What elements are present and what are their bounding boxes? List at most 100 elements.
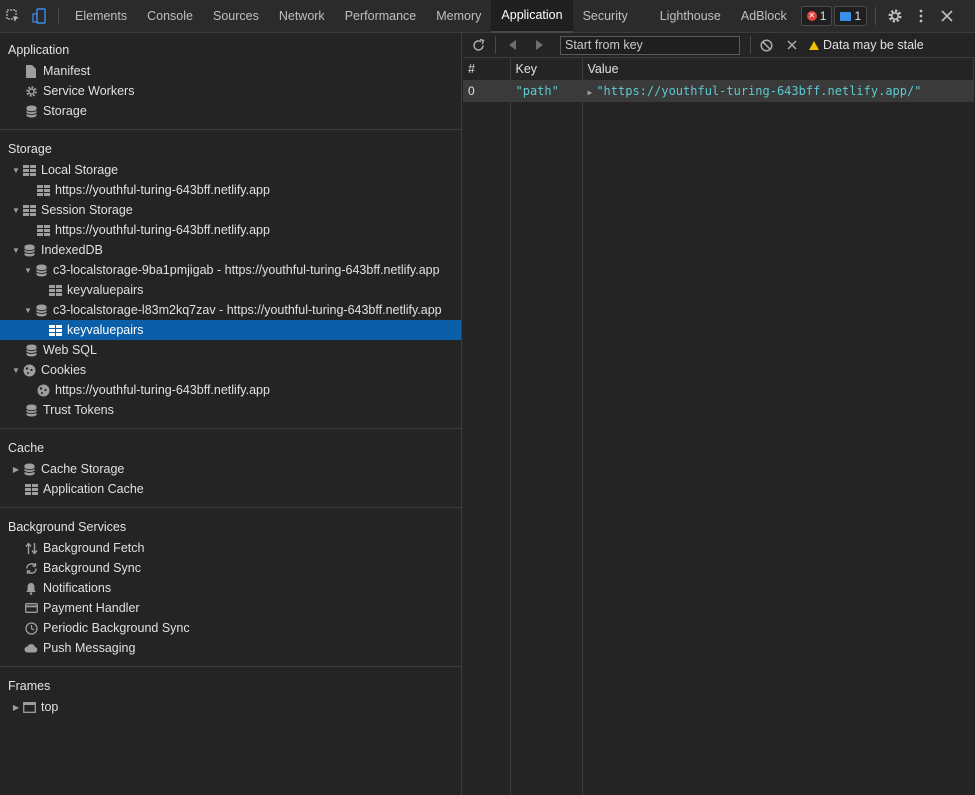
sidebar-item-periodic-background-sync[interactable]: Periodic Background Sync: [0, 618, 461, 638]
sidebar-item-push-messaging[interactable]: Push Messaging: [0, 638, 461, 658]
clear-object-store-icon[interactable]: [753, 33, 779, 58]
sidebar-item-label: c3-localstorage-l83m2kq7zav - https://yo…: [53, 303, 442, 317]
previous-page-icon[interactable]: [500, 33, 526, 58]
sidebar-item-label: https://youthful-turing-643bff.netlify.a…: [55, 383, 270, 397]
sidebar-item-cookies[interactable]: ▼ Cookies: [0, 360, 461, 380]
settings-gear-icon[interactable]: [882, 0, 908, 33]
file-icon: [24, 64, 38, 78]
sidebar-item-label: https://youthful-turing-643bff.netlify.a…: [55, 223, 270, 237]
tab-lighthouse[interactable]: Lighthouse: [650, 0, 731, 33]
tab-application[interactable]: Application: [491, 0, 573, 33]
table-grid-icon: [22, 163, 36, 177]
sidebar-item-storage[interactable]: Storage: [0, 101, 461, 121]
sidebar-item-web-sql[interactable]: Web SQL: [0, 340, 461, 360]
sidebar-item-payment-handler[interactable]: Payment Handler: [0, 598, 461, 618]
expand-value-triangle-icon[interactable]: ▶: [588, 88, 593, 97]
sidebar-item-local-storage-origin[interactable]: https://youthful-turing-643bff.netlify.a…: [0, 180, 461, 200]
message-count-badge[interactable]: 1: [834, 6, 868, 26]
collapsed-triangle-icon[interactable]: ▶: [10, 703, 22, 712]
sidebar-item-label: Cache Storage: [41, 462, 125, 476]
section-title-frames: Frames: [8, 679, 51, 693]
sidebar-item-db1-keyvaluepairs[interactable]: keyvaluepairs: [0, 280, 461, 300]
frames-section: Frames ▶ top: [0, 667, 461, 725]
sidebar-item-application-cache[interactable]: Application Cache: [0, 479, 461, 499]
tab-security[interactable]: Security: [573, 0, 650, 33]
toolbar-separator: [750, 36, 751, 54]
expanded-triangle-icon[interactable]: ▼: [22, 306, 34, 315]
sidebar-item-indexeddb-db1[interactable]: ▼ c3-localstorage-9ba1pmjigab - https://…: [0, 260, 461, 280]
error-count-badge[interactable]: ✕ 1: [800, 6, 833, 26]
sidebar-item-trust-tokens[interactable]: Trust Tokens: [0, 400, 461, 420]
table-grid-icon: [36, 183, 50, 197]
sidebar-item-db2-keyvaluepairs[interactable]: keyvaluepairs: [0, 320, 461, 340]
column-header-index[interactable]: #: [463, 58, 511, 81]
row-value-text: "https://youthful-turing-643bff.netlify.…: [596, 84, 922, 99]
close-devtools-icon[interactable]: [934, 0, 960, 33]
sidebar-item-indexeddb[interactable]: ▼ IndexedDB: [0, 240, 461, 260]
indexeddb-data-panel: Data may be stale # Key Value 0 "path" ▶…: [463, 33, 975, 795]
tab-elements[interactable]: Elements: [65, 0, 137, 33]
sidebar-item-service-workers[interactable]: Service Workers: [0, 81, 461, 101]
device-toolbar-icon[interactable]: [26, 0, 52, 33]
refresh-icon[interactable]: [463, 33, 493, 58]
error-count: 1: [819, 9, 827, 23]
sidebar-item-session-storage[interactable]: ▼ Session Storage: [0, 200, 461, 220]
sidebar-item-label: c3-localstorage-9ba1pmjigab - https://yo…: [53, 263, 440, 277]
row-index: 0: [463, 80, 511, 102]
table-row[interactable]: 0 "path" ▶ "https://youthful-turing-643bf…: [463, 80, 974, 102]
background-services-section: Background Services Background Fetch Bac…: [0, 508, 461, 667]
collapsed-triangle-icon[interactable]: ▶: [10, 465, 22, 474]
database-icon: [34, 303, 48, 317]
expanded-triangle-icon[interactable]: ▼: [10, 166, 22, 175]
expanded-triangle-icon[interactable]: ▼: [10, 206, 22, 215]
credit-card-icon: [24, 601, 38, 615]
tab-performance[interactable]: Performance: [335, 0, 427, 33]
sidebar-item-label: https://youthful-turing-643bff.netlify.a…: [55, 183, 270, 197]
tab-network[interactable]: Network: [269, 0, 335, 33]
column-header-key[interactable]: Key: [510, 58, 583, 81]
table-grid-icon: [22, 203, 36, 217]
table-grid-icon: [24, 482, 38, 496]
grid-column-divider: [510, 80, 511, 795]
column-header-value[interactable]: Value: [582, 58, 974, 81]
next-page-icon[interactable]: [526, 33, 552, 58]
sidebar-item-frame-top[interactable]: ▶ top: [0, 697, 461, 717]
sidebar-item-background-sync[interactable]: Background Sync: [0, 558, 461, 578]
sidebar-item-session-storage-origin[interactable]: https://youthful-turing-643bff.netlify.a…: [0, 220, 461, 240]
toolbar-separator: [58, 7, 59, 25]
expanded-triangle-icon[interactable]: ▼: [10, 366, 22, 375]
message-count: 1: [854, 9, 862, 23]
tab-adblock[interactable]: AdBlock: [731, 0, 797, 33]
sidebar-item-label: keyvaluepairs: [67, 323, 144, 337]
sidebar-item-local-storage[interactable]: ▼ Local Storage: [0, 160, 461, 180]
sidebar-item-cache-storage[interactable]: ▶ Cache Storage: [0, 459, 461, 479]
section-title-background-services: Background Services: [8, 520, 127, 534]
error-icon: ✕: [806, 11, 817, 21]
start-from-key-input[interactable]: [560, 35, 740, 55]
tab-sources[interactable]: Sources: [203, 0, 269, 33]
sidebar-item-notifications[interactable]: Notifications: [0, 578, 461, 598]
sidebar-item-indexeddb-db2[interactable]: ▼ c3-localstorage-l83m2kq7zav - https://…: [0, 300, 461, 320]
row-value[interactable]: ▶ "https://youthful-turing-643bff.netlify…: [582, 80, 974, 102]
inspect-element-icon[interactable]: [0, 0, 26, 33]
database-icon: [24, 104, 38, 118]
tab-console[interactable]: Console: [137, 0, 203, 33]
sidebar-item-label: top: [41, 700, 59, 714]
cookie-icon: [22, 363, 36, 377]
section-title-cache: Cache: [8, 441, 45, 455]
warning-icon: [809, 40, 819, 50]
sidebar-item-background-fetch[interactable]: Background Fetch: [0, 538, 461, 558]
delete-selected-icon[interactable]: [779, 33, 805, 58]
window-frame-icon: [22, 700, 36, 714]
application-section: Application Manifest Service Workers Sto…: [0, 33, 461, 130]
expanded-triangle-icon[interactable]: ▼: [22, 266, 34, 275]
sidebar-item-label: Periodic Background Sync: [43, 621, 190, 635]
sidebar-item-label: Cookies: [41, 363, 87, 377]
more-options-icon[interactable]: [908, 0, 934, 33]
sidebar-item-cookies-origin[interactable]: https://youthful-turing-643bff.netlify.a…: [0, 380, 461, 400]
sidebar-item-manifest[interactable]: Manifest: [0, 61, 461, 81]
sidebar-item-label: Push Messaging: [43, 641, 136, 655]
data-grid: # Key Value 0 "path" ▶ "https://youthful-…: [463, 58, 974, 102]
expanded-triangle-icon[interactable]: ▼: [10, 246, 22, 255]
tab-memory[interactable]: Memory: [426, 0, 491, 33]
